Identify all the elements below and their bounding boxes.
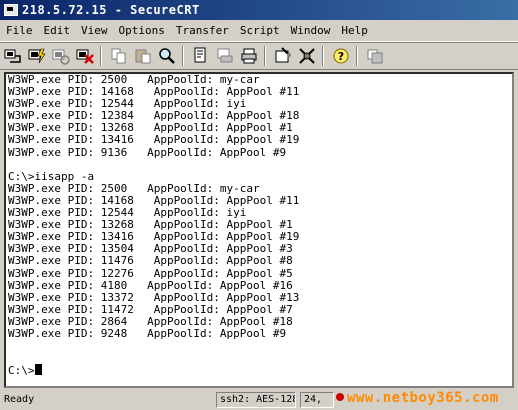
- toolbar-separator: [100, 46, 102, 66]
- watermark: www.netboy365.com: [336, 390, 499, 406]
- watermark-text: www.netboy365.com: [347, 390, 499, 406]
- print-setup-icon[interactable]: [190, 45, 212, 67]
- menu-file[interactable]: File: [0, 24, 38, 37]
- menu-view[interactable]: View: [75, 24, 113, 37]
- disconnect-icon[interactable]: [74, 45, 96, 67]
- connect-icon[interactable]: [2, 45, 24, 67]
- terminal-line: W3WP.exe PID: 9136 AppPoolId: AppPool #9: [8, 145, 287, 159]
- securecrt-app-icon[interactable]: [4, 4, 18, 16]
- menu-bar: File Edit View Options Transfer Script W…: [0, 20, 518, 42]
- toolbar-separator: [322, 46, 324, 66]
- session-options-icon[interactable]: [272, 45, 294, 67]
- status-cursor-position: 24,: [300, 392, 334, 408]
- print-screen-icon[interactable]: [214, 45, 236, 67]
- global-options-icon[interactable]: [296, 45, 318, 67]
- terminal-line: W3WP.exe PID: 13416 AppPoolId: AppPool #…: [8, 133, 300, 147]
- quick-connect-icon[interactable]: [26, 45, 48, 67]
- menu-help[interactable]: Help: [335, 24, 373, 37]
- toolbar-separator: [264, 46, 266, 66]
- help-icon[interactable]: ?: [330, 45, 352, 67]
- menu-edit[interactable]: Edit: [38, 24, 76, 37]
- menu-transfer[interactable]: Transfer: [170, 24, 234, 37]
- print-icon[interactable]: [238, 45, 260, 67]
- window-title: 218.5.72.15 - SecureCRT: [22, 3, 200, 17]
- terminal-line: W3WP.exe PID: 4180 AppPoolId: AppPool #1…: [8, 278, 293, 292]
- terminal-line: W3WP.exe PID: 12276 AppPoolId: AppPool #…: [8, 266, 293, 280]
- toolbar-separator: [182, 46, 184, 66]
- menu-window[interactable]: Window: [285, 24, 336, 37]
- terminal-line: W3WP.exe PID: 13372 AppPoolId: AppPool #…: [8, 290, 300, 304]
- watermark-bullet-icon: [336, 393, 344, 401]
- title-bar[interactable]: 218.5.72.15 - SecureCRT: [0, 0, 518, 20]
- status-session-info: ssh2: AES-128: [216, 392, 296, 408]
- terminal-prompt-line: C:\>: [8, 364, 512, 378]
- status-ready: Ready: [4, 394, 35, 405]
- terminal-prompt: C:\>: [8, 364, 35, 378]
- terminal-cursor: [34, 364, 42, 376]
- toolbar-separator: [356, 46, 358, 66]
- about-icon[interactable]: [364, 45, 386, 67]
- terminal-line: W3WP.exe PID: 11476 AppPoolId: AppPool #…: [8, 254, 293, 268]
- terminal-line: W3WP.exe PID: 9248 AppPoolId: AppPool #9: [8, 326, 287, 340]
- toolbar: ?: [0, 42, 518, 70]
- terminal-output: W3WP.exe PID: 2500 AppPoolId: my-car W3WP…: [6, 74, 512, 378]
- paste-icon[interactable]: [132, 45, 154, 67]
- svg-text:?: ?: [338, 50, 344, 63]
- menu-script[interactable]: Script: [234, 24, 285, 37]
- copy-icon[interactable]: [108, 45, 130, 67]
- menu-options[interactable]: Options: [113, 24, 170, 37]
- reconnect-icon[interactable]: [50, 45, 72, 67]
- terminal-screen[interactable]: W3WP.exe PID: 2500 AppPoolId: my-car W3WP…: [4, 72, 514, 388]
- find-icon[interactable]: [156, 45, 178, 67]
